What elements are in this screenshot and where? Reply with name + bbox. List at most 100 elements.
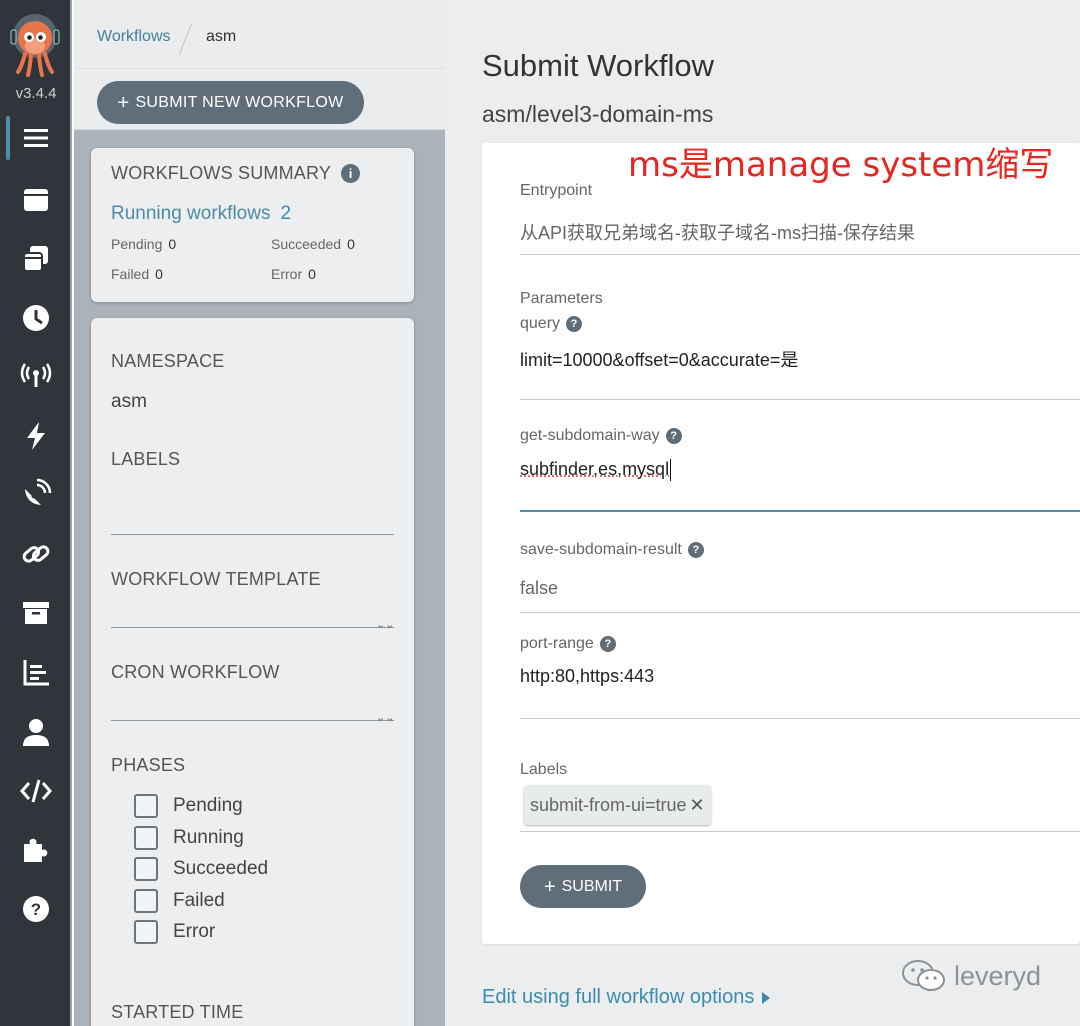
breadcrumb: Workflows asm + SUBMIT NEW WORKFLOW	[74, 0, 445, 130]
stat-label: Succeeded	[271, 236, 341, 252]
cluster-workflow-templates-icon	[19, 242, 53, 276]
nav-api-docs[interactable]	[0, 765, 72, 817]
archive-icon	[19, 596, 53, 630]
phase-checkbox-pending[interactable]: Pending	[134, 792, 243, 820]
close-icon[interactable]: ✕	[690, 795, 705, 816]
divider	[520, 612, 1080, 613]
phase-checkbox-running[interactable]: Running	[134, 824, 244, 852]
phase-label: Pending	[173, 795, 243, 817]
checkbox[interactable]	[134, 889, 158, 913]
checkbox[interactable]	[134, 920, 158, 944]
icon-navigation: v3.4.4 ?	[0, 0, 72, 1026]
nav-cron-workflows[interactable]	[0, 292, 72, 344]
nav-event-sources[interactable]	[0, 350, 72, 402]
stat-count: 0	[155, 266, 163, 282]
phase-label: Running	[173, 827, 244, 849]
stat-count: 0	[308, 266, 316, 282]
watermark: leveryd	[900, 958, 1041, 994]
submit-label: SUBMIT	[562, 878, 622, 896]
caret-right-icon	[762, 992, 770, 1004]
svg-text:?: ?	[31, 900, 41, 919]
nav-cluster-workflow-templates[interactable]	[0, 233, 72, 285]
phase-checkbox-succeeded[interactable]: Succeeded	[134, 855, 268, 883]
lightning-icon	[19, 419, 53, 453]
param-value: subfinder,es,mysql	[520, 459, 669, 479]
namespace-label: NAMESPACE	[111, 351, 225, 372]
text-cursor	[670, 459, 671, 481]
stat-pending: Pending 0	[111, 236, 176, 252]
submit-button[interactable]: + SUBMIT	[520, 865, 646, 908]
argo-logo[interactable]	[10, 12, 60, 78]
namespace-input[interactable]: asm	[111, 391, 147, 413]
nav-links[interactable]	[0, 528, 72, 580]
wechat-icon	[900, 958, 948, 994]
labels-label: Labels	[520, 761, 567, 779]
plus-icon: +	[544, 877, 556, 897]
submit-new-workflow-button[interactable]: + SUBMIT NEW WORKFLOW	[97, 81, 364, 124]
stat-error: Error 0	[271, 266, 316, 282]
help-icon[interactable]: ?	[666, 428, 682, 444]
nav-plugins[interactable]	[0, 824, 72, 876]
entrypoint-label: Entrypoint	[520, 182, 592, 200]
checkbox[interactable]	[134, 794, 158, 818]
stat-label: Failed	[111, 266, 149, 282]
submit-new-workflow-label: SUBMIT NEW WORKFLOW	[135, 94, 343, 112]
cron-workflow-select[interactable]	[111, 720, 394, 721]
running-workflows[interactable]: Running workflows 2	[111, 203, 291, 225]
phase-checkbox-failed[interactable]: Failed	[134, 887, 225, 915]
checkbox[interactable]	[134, 826, 158, 850]
puzzle-icon	[19, 833, 53, 867]
edit-full-options-link[interactable]: Edit using full workflow options	[482, 986, 770, 1009]
help-icon[interactable]: ?	[600, 636, 616, 652]
satellite-dish-icon	[19, 477, 53, 511]
phase-label: Failed	[173, 890, 225, 912]
nav-workflows[interactable]	[0, 112, 72, 164]
workflow-templates-icon	[19, 183, 53, 217]
filter-column: Workflows asm + SUBMIT NEW WORKFLOW WORK…	[74, 0, 445, 1026]
param-port-range-input[interactable]: http:80,https:443	[520, 666, 654, 687]
breadcrumb-workflows-link[interactable]: Workflows	[97, 28, 171, 46]
param-query-input[interactable]: limit=10000&offset=0&accurate=是	[520, 346, 798, 372]
help-icon[interactable]: ?	[688, 542, 704, 558]
nav-workflow-templates[interactable]	[0, 174, 72, 226]
submit-form: Entrypoint 从API获取兄弟域名-获取子域名-ms扫描-保存结果 Pa…	[482, 143, 1080, 944]
nav-sensors[interactable]	[0, 410, 72, 462]
version-label: v3.4.4	[0, 85, 72, 102]
nav-user[interactable]	[0, 706, 72, 758]
focused-underline	[520, 510, 1080, 512]
stat-succeeded: Succeeded 0	[271, 236, 355, 252]
nav-event-flow[interactable]	[0, 468, 72, 520]
nav-help[interactable]: ?	[0, 883, 72, 935]
param-name: query	[520, 315, 560, 333]
stat-count: 0	[168, 236, 176, 252]
divider	[520, 254, 1080, 255]
broadcast-icon	[19, 359, 53, 393]
param-save-subdomain-result-select[interactable]: false	[520, 578, 558, 599]
help-icon[interactable]: ?	[566, 316, 582, 332]
param-name: get-subdomain-way	[520, 427, 660, 445]
info-icon[interactable]: i	[341, 164, 360, 183]
red-annotation: ms是manage system缩写	[628, 137, 1053, 186]
param-name: port-range	[520, 635, 594, 653]
phase-label: Succeeded	[173, 858, 268, 880]
chevron-down-icon: ⌄⌄	[376, 711, 394, 724]
param-name: save-subdomain-result	[520, 541, 682, 559]
breadcrumb-current: asm	[206, 28, 236, 46]
phase-checkbox-error[interactable]: Error	[134, 918, 215, 946]
workflow-template-name: asm/level3-domain-ms	[482, 101, 713, 128]
labels-input-underline[interactable]	[520, 831, 1080, 832]
workflow-template-select[interactable]	[111, 627, 394, 628]
stat-count: 0	[347, 236, 355, 252]
labels-filter-input[interactable]	[111, 534, 394, 535]
nav-reports[interactable]	[0, 646, 72, 698]
param-get-subdomain-way-input[interactable]: subfinder,es,mysql	[520, 459, 671, 481]
running-count: 2	[280, 203, 291, 224]
code-icon	[19, 774, 53, 808]
checkbox[interactable]	[134, 857, 158, 881]
entrypoint-select[interactable]: 从API获取兄弟域名-获取子域名-ms扫描-保存结果	[520, 219, 915, 245]
submit-workflow-panel: Submit Workflow asm/level3-domain-ms ms是…	[445, 0, 1080, 1026]
param-query-label: query?	[520, 315, 582, 333]
help-icon: ?	[19, 892, 53, 926]
summary-title: WORKFLOWS SUMMARY	[111, 163, 331, 184]
nav-archived-workflows[interactable]	[0, 587, 72, 639]
